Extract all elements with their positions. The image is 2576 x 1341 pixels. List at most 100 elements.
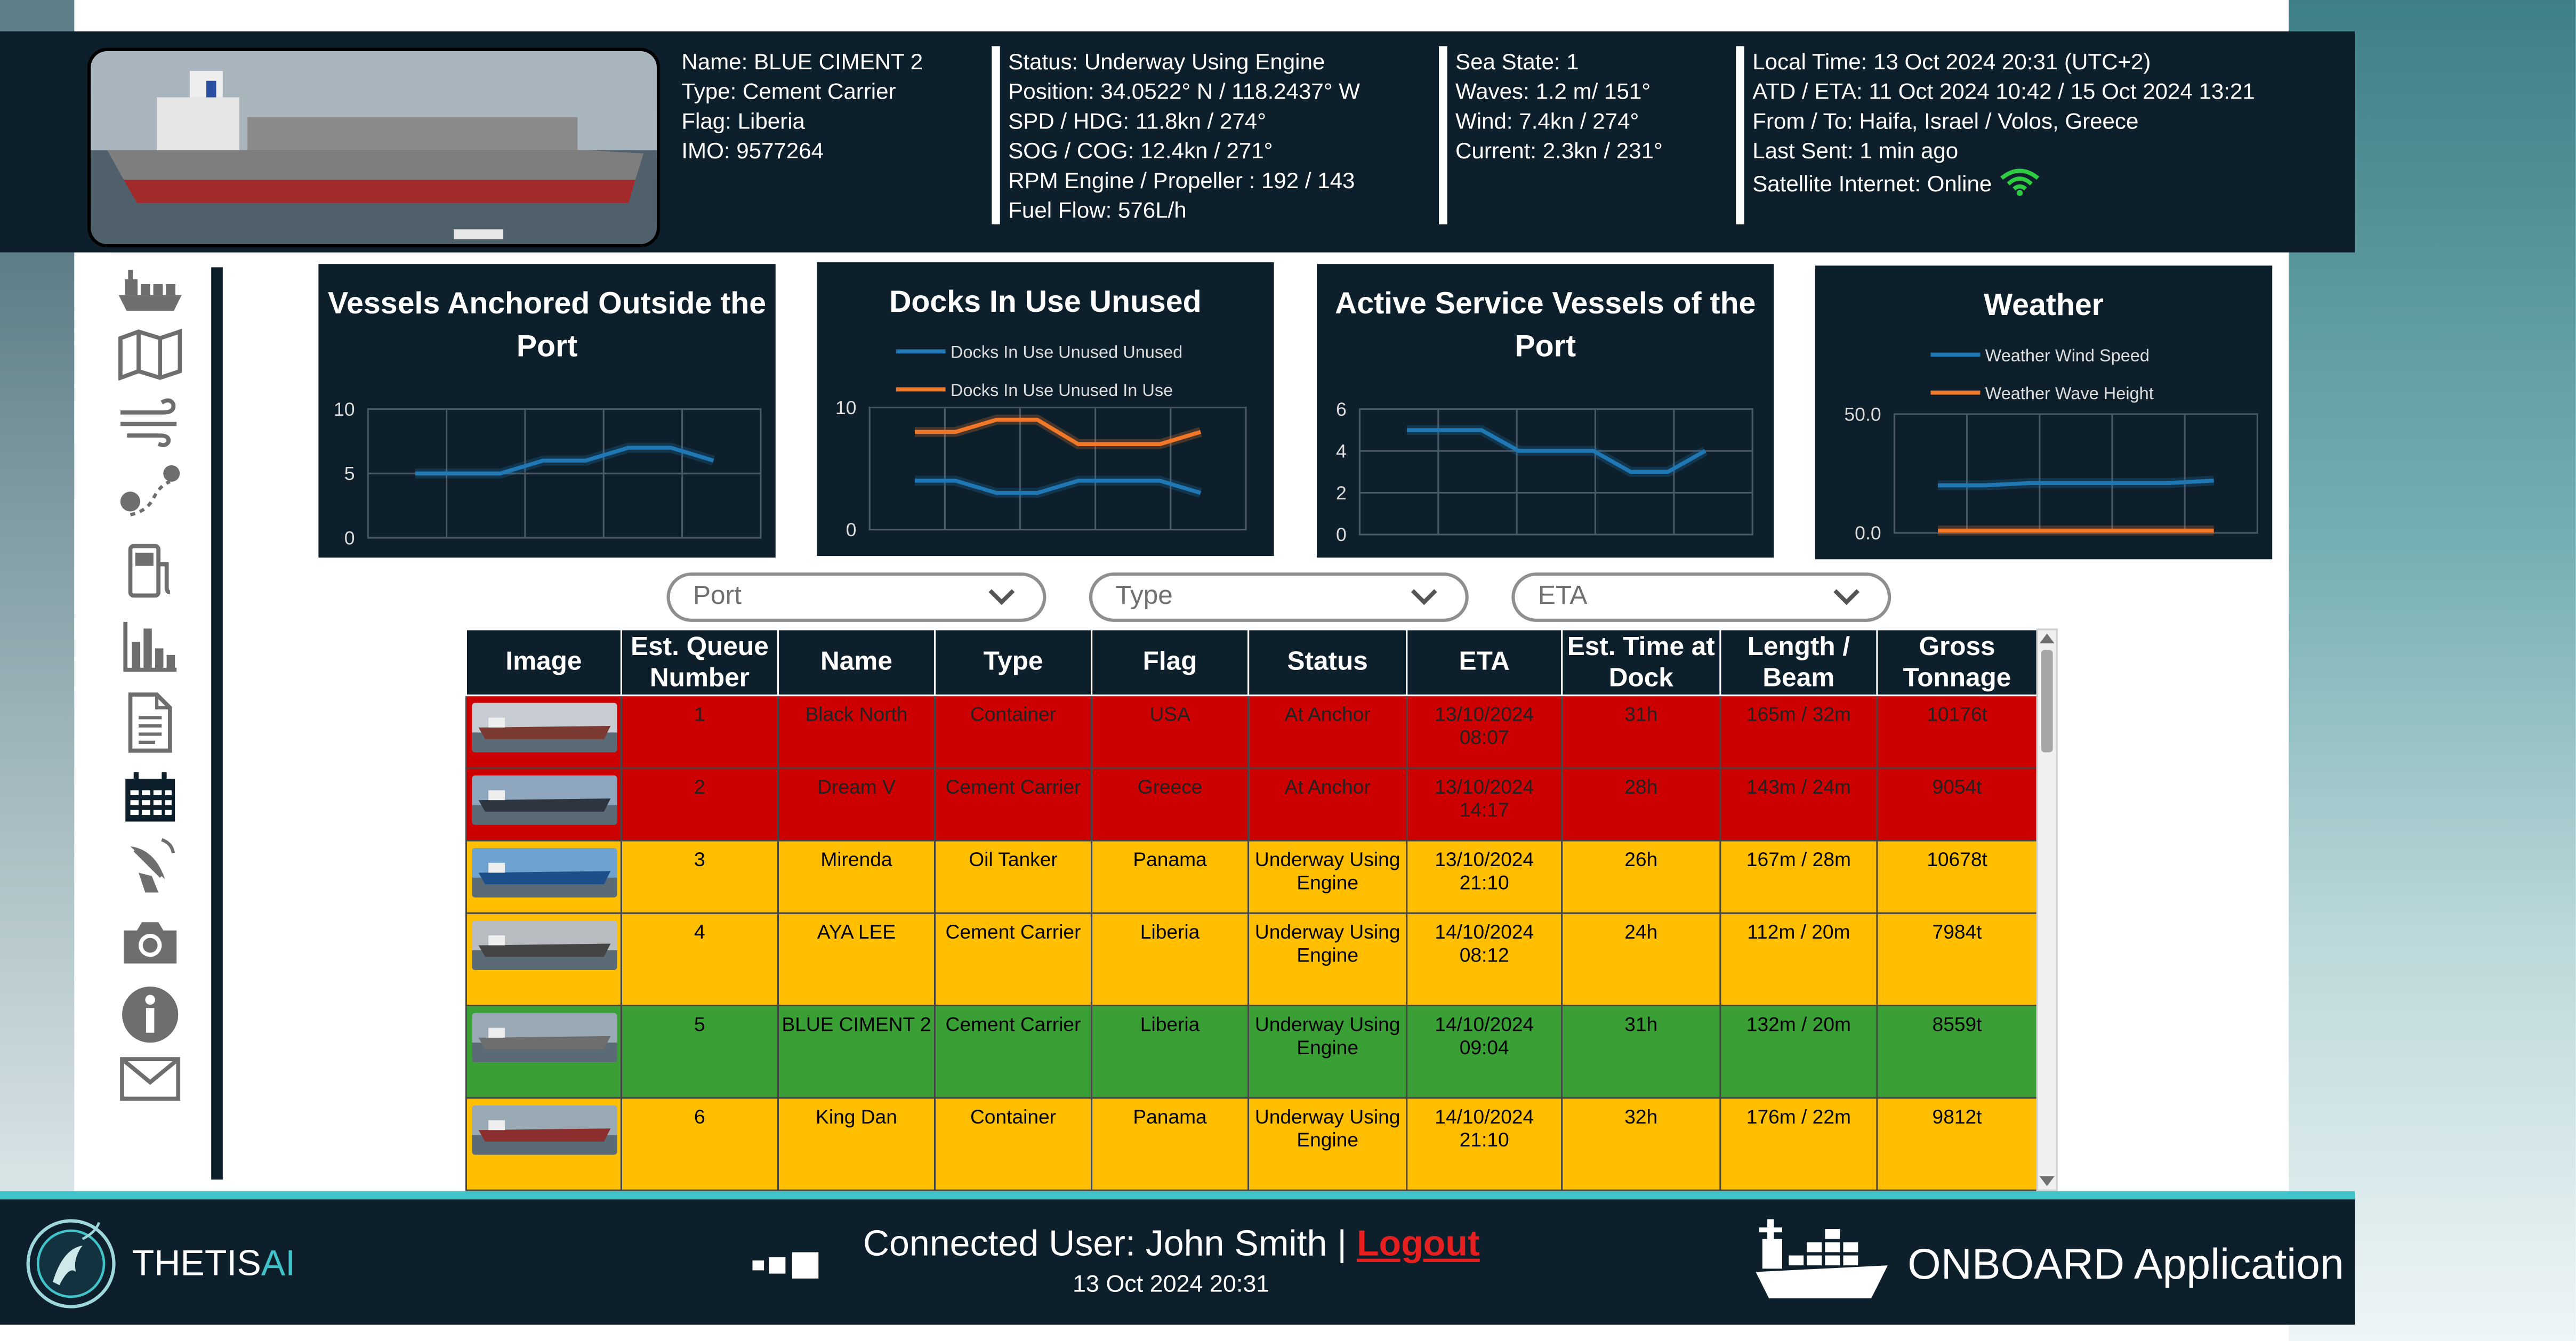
table-row[interactable]: 6 King Dan Container Panama Underway Using E…	[465, 1097, 2036, 1191]
mail-icon[interactable]	[116, 1049, 185, 1109]
scroll-down-icon[interactable]	[2038, 1175, 2056, 1188]
voyage-info: Local Time: 13 Oct 2024 20:31 (UTC+2) AT…	[1752, 48, 2255, 197]
info-icon[interactable]	[116, 985, 185, 1044]
legend-label: Docks In Use Unused In Use	[951, 381, 1173, 400]
scroll-up-icon[interactable]	[2038, 632, 2056, 645]
chart-title: Vessels Anchored Outside the Port	[327, 285, 767, 363]
cell-time: 28h	[1561, 767, 1721, 842]
table-row[interactable]: 2 Dream V Cement Carrier Greece At Anchor 13/…	[465, 767, 2036, 842]
table-row[interactable]: 3 Mirenda Oil Tanker Panama Underway Using E…	[465, 839, 2036, 914]
y-tick-label: 2	[1336, 482, 1347, 504]
type-filter-label: Type	[1115, 582, 1173, 611]
vessel-thumbnail	[472, 775, 617, 825]
cell-status: Underway Using Engine	[1247, 839, 1408, 914]
thetis-logo-icon	[23, 1216, 119, 1320]
map-icon[interactable]	[116, 325, 185, 384]
cell-eta: 13/10/2024 21:10	[1406, 839, 1563, 914]
scrollbar-thumb[interactable]	[2041, 650, 2053, 753]
vessel-thumbnail-cell[interactable]	[465, 694, 622, 769]
ship-icon[interactable]	[116, 261, 185, 320]
cell-status: At Anchor	[1247, 694, 1408, 769]
from-to: From / To: Haifa, Israel / Volos, Greece	[1752, 109, 2139, 134]
chart-title: Docks In Use Unused	[889, 284, 1202, 319]
table-scrollbar[interactable]	[2036, 628, 2058, 1191]
type-filter-dropdown[interactable]: Type	[1089, 572, 1469, 622]
chart-vessels-anchored: 10 5 0 Vessels Anchored Outside the Port	[318, 264, 776, 558]
vessel-thumbnail	[472, 920, 617, 971]
plot-area	[868, 406, 1247, 531]
header-gross-tonnage[interactable]: Gross Tonnage	[1876, 628, 2036, 697]
y-tick-label: 0	[344, 527, 355, 548]
header-divider	[992, 46, 1000, 224]
cell-flag: Panama	[1090, 1097, 1250, 1191]
cell-flag: Greece	[1090, 767, 1250, 842]
header-length-beam[interactable]: Length / Beam	[1719, 628, 1878, 697]
cell-queue: 6	[620, 1097, 779, 1191]
cell-type: Container	[933, 694, 1093, 769]
cell-eta: 13/10/2024 08:07	[1406, 694, 1563, 769]
calendar-icon[interactable]	[116, 769, 185, 828]
table-header-row: Image Est. Queue Number Name Type Flag S…	[465, 628, 2036, 697]
wind-icon[interactable]	[116, 393, 185, 452]
vessel-thumbnail	[472, 702, 617, 753]
header-time-at-dock[interactable]: Est. Time at Dock	[1561, 628, 1721, 697]
plot-area	[1893, 413, 2258, 534]
vessel-thumbnail	[472, 1013, 617, 1063]
camera-icon[interactable]	[116, 912, 185, 972]
cell-flag: Liberia	[1090, 1005, 1250, 1099]
vessel-thumbnail-cell[interactable]	[465, 767, 622, 842]
legend-label: Weather Wind Speed	[1985, 346, 2150, 365]
vessel-thumbnail-cell[interactable]	[465, 839, 622, 914]
header-eta[interactable]: ETA	[1406, 628, 1563, 697]
chart-docks: 10 0 Docks In Use Unused Unused Docks In Us…	[817, 262, 1274, 556]
last-sent: Last Sent: 1 min ago	[1752, 139, 1959, 164]
route-icon[interactable]	[116, 462, 185, 521]
wifi-icon	[1999, 167, 2041, 205]
header-flag[interactable]: Flag	[1090, 628, 1250, 697]
vessel-thumbnail-cell[interactable]	[465, 1005, 622, 1099]
header-name[interactable]: Name	[777, 628, 936, 697]
eta-filter-dropdown[interactable]: ETA	[1511, 572, 1891, 622]
connected-user: Connected User: John Smith | Logout	[863, 1223, 1480, 1265]
port-filter-label: Port	[693, 582, 742, 611]
header-type[interactable]: Type	[933, 628, 1093, 697]
nav-fuel: Fuel Flow: 576L/h	[1008, 198, 1187, 223]
header-queue[interactable]: Est. Queue Number	[620, 628, 779, 697]
bar-chart-icon[interactable]	[116, 617, 185, 676]
brand-ai: AI	[261, 1242, 296, 1284]
table-row[interactable]: 4 AYA LEE Cement Carrier Liberia Underway Us…	[465, 912, 2036, 1007]
y-tick-label: 10	[835, 397, 857, 418]
cell-status: Underway Using Engine	[1247, 1097, 1408, 1191]
table-row[interactable]: 5 BLUE CIMENT 2 Cement Carrier Liberia Under…	[465, 1005, 2036, 1099]
vessel-flag: Flag: Liberia	[681, 109, 805, 134]
cell-dims: 167m / 28m	[1719, 839, 1878, 914]
chart-service-vessels: 6 4 2 0 Active Service Vessels of the Port	[1317, 264, 1774, 558]
vessel-thumbnail-cell[interactable]	[465, 1097, 622, 1191]
window-switch-icon[interactable]	[752, 1252, 822, 1287]
cell-name: Dream V	[777, 767, 936, 842]
vessel-thumbnail-cell[interactable]	[465, 912, 622, 1007]
eta-filter-label: ETA	[1537, 582, 1588, 611]
chevron-down-icon	[1833, 589, 1860, 605]
chart-title: Weather	[1984, 287, 2104, 322]
chart-weather: 50.0 0.0 Weather Wind Speed Weather Wave He…	[1815, 265, 2273, 560]
vessel-imo: IMO: 9577264	[681, 139, 824, 164]
logout-link[interactable]: Logout	[1357, 1223, 1480, 1264]
cell-dims: 176m / 22m	[1719, 1097, 1878, 1191]
table-row[interactable]: 1 Black North Container USA At Anchor 13/10/2…	[465, 694, 2036, 769]
internet-status-label: Satellite Internet: Online	[1752, 171, 1992, 197]
header-status[interactable]: Status	[1247, 628, 1408, 697]
cargo-ship-icon	[1752, 1216, 1891, 1310]
y-tick-label: 10	[334, 399, 355, 420]
cell-tonnage: 8559t	[1876, 1005, 2036, 1099]
cell-type: Oil Tanker	[933, 839, 1093, 914]
satellite-icon[interactable]	[116, 835, 185, 894]
cell-type: Container	[933, 1097, 1093, 1191]
cell-tonnage: 10678t	[1876, 839, 2036, 914]
document-icon[interactable]	[116, 692, 185, 753]
fuel-icon[interactable]	[116, 541, 185, 600]
header-divider	[1736, 46, 1744, 224]
port-filter-dropdown[interactable]: Port	[666, 572, 1046, 622]
header-image[interactable]: Image	[465, 628, 622, 697]
nav-rpm: RPM Engine / Propeller : 192 / 143	[1008, 168, 1355, 193]
